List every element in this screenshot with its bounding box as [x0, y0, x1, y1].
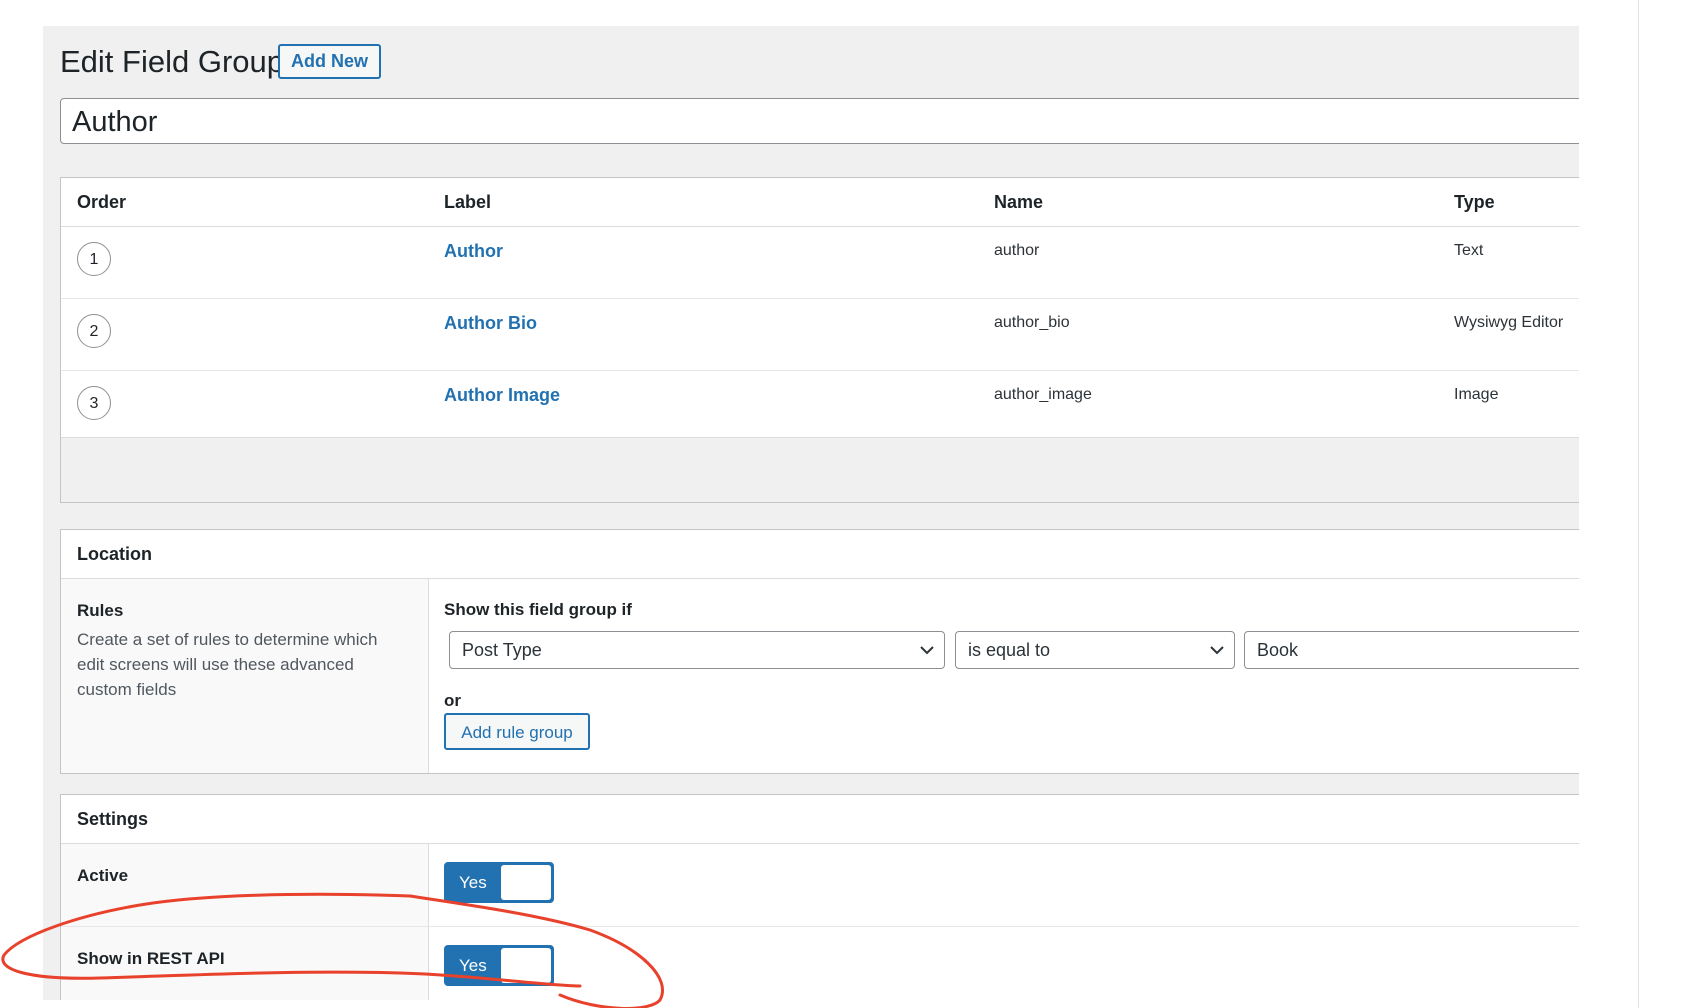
or-label: or — [444, 691, 461, 710]
fields-table-header: Order Label Name Type — [61, 178, 1579, 227]
page-title: Edit Field Group — [60, 44, 284, 79]
column-header-order: Order — [77, 192, 127, 212]
rest-api-label: Show in REST API — [77, 949, 225, 968]
toggle-knob — [501, 865, 551, 900]
location-box: Location Rules Create a set of rules to … — [60, 529, 1579, 774]
toggle-knob — [501, 948, 551, 983]
field-type: Text — [1454, 242, 1484, 259]
column-header-type: Type — [1454, 192, 1495, 212]
rest-api-toggle[interactable]: Yes — [444, 945, 554, 986]
chevron-down-icon — [1210, 646, 1224, 655]
column-header-name: Name — [994, 192, 1044, 212]
chevron-down-icon — [920, 646, 934, 655]
order-handle[interactable]: 1 — [77, 242, 111, 276]
rules-sidebar: Rules Create a set of rules to determine… — [61, 579, 429, 773]
field-label-link[interactable]: Author Bio — [444, 313, 537, 334]
table-row: 2 Author Bio author_bio Wysiwyg Editor — [61, 299, 1579, 371]
location-heading: Location — [61, 530, 1579, 579]
field-label-link[interactable]: Author — [444, 241, 503, 262]
show-if-label: Show this field group if — [444, 600, 632, 619]
right-divider — [1638, 0, 1639, 1008]
field-name: author_image — [994, 386, 1092, 403]
order-handle[interactable]: 2 — [77, 314, 111, 348]
table-row: 3 Author Image author_image Image — [61, 371, 1579, 443]
rules-title: Rules — [77, 601, 124, 620]
settings-heading-text: Settings — [77, 809, 149, 829]
rule-value-select[interactable]: Book — [1244, 631, 1579, 669]
rule-value-value: Book — [1257, 640, 1299, 660]
order-handle[interactable]: 3 — [77, 386, 111, 420]
rule-operator-select[interactable]: is equal to — [955, 631, 1235, 669]
field-type: Wysiwyg Editor — [1454, 314, 1564, 331]
field-group-title-input[interactable]: Author — [60, 98, 1579, 144]
active-toggle[interactable]: Yes — [444, 862, 554, 903]
settings-heading: Settings — [61, 795, 1579, 844]
column-header-label: Label — [444, 192, 492, 212]
setting-row-rest-api: Show in REST API Yes — [61, 927, 1579, 1000]
field-label-link[interactable]: Author Image — [444, 385, 560, 406]
main-content: Edit Field Group Add New Author Order La… — [43, 26, 1579, 1000]
setting-row-active: Active Yes — [61, 844, 1579, 927]
field-type: Image — [1454, 386, 1499, 403]
active-toggle-text: Yes — [459, 873, 487, 892]
location-heading-text: Location — [77, 544, 152, 564]
table-row: 1 Author author Text — [61, 227, 1579, 299]
field-name: author — [994, 242, 1040, 259]
add-new-button[interactable]: Add New — [278, 44, 382, 79]
field-name: author_bio — [994, 314, 1070, 331]
rule-param-value: Post Type — [462, 640, 542, 660]
fields-table-footer — [61, 437, 1579, 502]
rest-api-toggle-text: Yes — [459, 956, 487, 975]
rule-param-select[interactable]: Post Type — [449, 631, 945, 669]
add-rule-group-button[interactable]: Add rule group — [444, 713, 590, 750]
rules-description: Create a set of rules to determine which… — [77, 630, 378, 699]
rule-operator-value: is equal to — [968, 640, 1051, 660]
settings-box: Settings Active Yes Show in REST API Yes — [60, 794, 1579, 1000]
active-label: Active — [77, 866, 129, 885]
fields-table: Order Label Name Type 1 Author author Te… — [60, 177, 1579, 503]
